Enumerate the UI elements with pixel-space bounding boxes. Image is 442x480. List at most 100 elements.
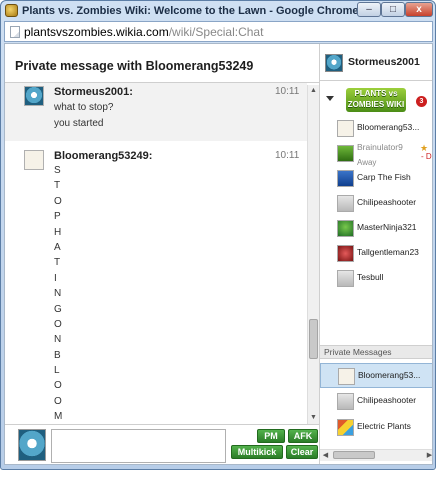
scroll-right-arrow-icon[interactable]: ▶ [424, 450, 432, 461]
url-path: /wiki/Special:Chat [168, 25, 264, 39]
user-list-item[interactable]: Tesbull [320, 266, 432, 291]
chat-message: Bloomerang53249: 10:11 S T O P H A T I N… [5, 143, 307, 426]
message-letter: H [54, 226, 62, 238]
message-letter: S [54, 165, 61, 176]
message-text: you started [54, 118, 104, 129]
user-name: Chilipeashooter [357, 197, 417, 207]
minimize-button[interactable]: – [357, 2, 381, 17]
avatar [18, 429, 46, 461]
wiki-room-header[interactable]: PLANTS vs ZOMBIES WIKI 3 [320, 84, 432, 116]
message-letter: A [54, 241, 61, 253]
message-letter: O [54, 195, 62, 207]
scroll-up-arrow-icon[interactable]: ▲ [308, 85, 319, 97]
user-list-item[interactable]: Tallgentleman23 [320, 241, 432, 266]
scroll-thumb[interactable] [333, 451, 375, 459]
message-letter: I [54, 272, 57, 284]
user-name: Tallgentleman23 [357, 247, 419, 257]
avatar [337, 220, 354, 237]
wiki-logo[interactable]: PLANTS vs ZOMBIES WIKI [346, 88, 406, 112]
message-timestamp: 10:11 [275, 86, 300, 97]
scroll-thumb[interactable] [309, 319, 318, 359]
avatar[interactable] [24, 86, 44, 106]
message-letter: O [54, 380, 62, 392]
scroll-left-arrow-icon[interactable]: ◀ [320, 450, 331, 461]
user-name: Bloomerang53... [357, 122, 420, 132]
user-name: Tesbull [357, 272, 384, 282]
avatar [337, 270, 354, 287]
avatar [337, 170, 354, 187]
private-messages-label: Private Messages [324, 347, 392, 357]
message-list: Stormeus2001: 10:11 what to stop? you st… [5, 83, 307, 426]
avatar [337, 195, 354, 212]
message-letter: P [54, 211, 61, 223]
app-icon [5, 4, 18, 17]
user-name: Electric Plants [357, 421, 411, 431]
user-sidebar: Stormeus2001 PLANTS vs ZOMBIES WIKI 3 Bl… [319, 44, 432, 464]
avatar [337, 145, 354, 162]
url-text[interactable]: plantsvszombies.wikia.com/wiki/Special:C… [24, 25, 263, 39]
avatar [337, 393, 354, 410]
avatar [337, 245, 354, 262]
chat-header: Private message with Bloomerang53249 [5, 44, 319, 83]
message-letter: B [54, 349, 61, 361]
close-button[interactable]: x [405, 2, 433, 17]
user-list-item[interactable]: Carp The Fish [320, 166, 432, 191]
avatar [325, 54, 343, 72]
multikick-button[interactable]: Multikick [231, 445, 283, 459]
message-letter: T [54, 257, 61, 269]
message-letters: S T O P H A T I N G O N B L O O M [54, 163, 74, 426]
browser-window: Plants vs. Zombies Wiki: Welcome to the … [0, 0, 436, 470]
message-letter: M [54, 411, 63, 423]
collapse-arrow-icon[interactable] [326, 96, 334, 101]
user-name: Brainulator9 [357, 142, 403, 152]
chat-title: Private message with Bloomerang53249 [15, 59, 254, 73]
private-message-item[interactable]: Electric Plants [320, 415, 432, 440]
window-title: Plants vs. Zombies Wiki: Welcome to the … [22, 5, 359, 17]
chat-message: Stormeus2001: 10:11 what to stop? you st… [5, 83, 307, 141]
page-content: Private message with Bloomerang53249 Sto… [4, 43, 433, 465]
message-username[interactable]: Bloomerang53249: [54, 150, 152, 162]
avatar [338, 368, 355, 385]
avatar [337, 120, 354, 137]
message-letter: N [54, 334, 62, 346]
page-icon [10, 26, 20, 38]
user-extra-text: - De [421, 152, 432, 161]
user-name: MasterNinja321 [357, 222, 417, 232]
current-user[interactable]: Stormeus2001 [320, 44, 432, 81]
user-list-item[interactable]: MasterNinja321 [320, 216, 432, 241]
user-name: Bloomerang53... [358, 370, 421, 380]
user-name: Carp The Fish [357, 172, 411, 182]
message-timestamp: 10:11 [275, 150, 300, 161]
url-host: plantsvszombies.wikia.com [24, 25, 169, 39]
message-letter: T [54, 180, 61, 192]
private-message-item[interactable]: Bloomerang53... [320, 363, 432, 388]
maximize-button[interactable]: □ [381, 2, 405, 17]
scroll-down-arrow-icon[interactable]: ▼ [308, 412, 319, 424]
clear-button[interactable]: Clear [286, 445, 318, 459]
address-bar[interactable]: plantsvszombies.wikia.com/wiki/Special:C… [4, 21, 433, 42]
message-composer: PM AFK Multikick Clear [5, 424, 319, 464]
user-name: Chilipeashooter [357, 395, 417, 405]
user-list-item[interactable]: Bloomerang53... [320, 116, 432, 141]
message-input[interactable] [51, 429, 226, 463]
private-message-item[interactable]: Chilipeashooter [320, 389, 432, 414]
message-letter: G [54, 303, 62, 315]
message-letter: L [54, 365, 60, 377]
afk-button[interactable]: AFK [288, 429, 318, 443]
message-letter: O [54, 395, 62, 407]
unread-count-badge: 3 [416, 96, 427, 107]
message-letter: N [54, 288, 62, 300]
avatar[interactable] [24, 150, 44, 170]
pm-button[interactable]: PM [257, 429, 285, 443]
message-username[interactable]: Stormeus2001: [54, 86, 133, 98]
current-user-name: Stormeus2001 [348, 56, 420, 68]
title-bar: Plants vs. Zombies Wiki: Welcome to the … [1, 1, 435, 21]
message-letter: O [54, 318, 62, 330]
message-scrollbar[interactable]: ▲ ▼ [307, 85, 319, 424]
avatar [337, 419, 354, 436]
sidebar-scrollbar[interactable]: ◀ ▶ [320, 449, 432, 461]
private-messages-header: Private Messages [320, 345, 432, 359]
user-list-item[interactable]: Brainulator9 Away ★ - De [320, 141, 432, 167]
user-list-item[interactable]: Chilipeashooter [320, 191, 432, 216]
message-text: what to stop? [54, 102, 114, 113]
